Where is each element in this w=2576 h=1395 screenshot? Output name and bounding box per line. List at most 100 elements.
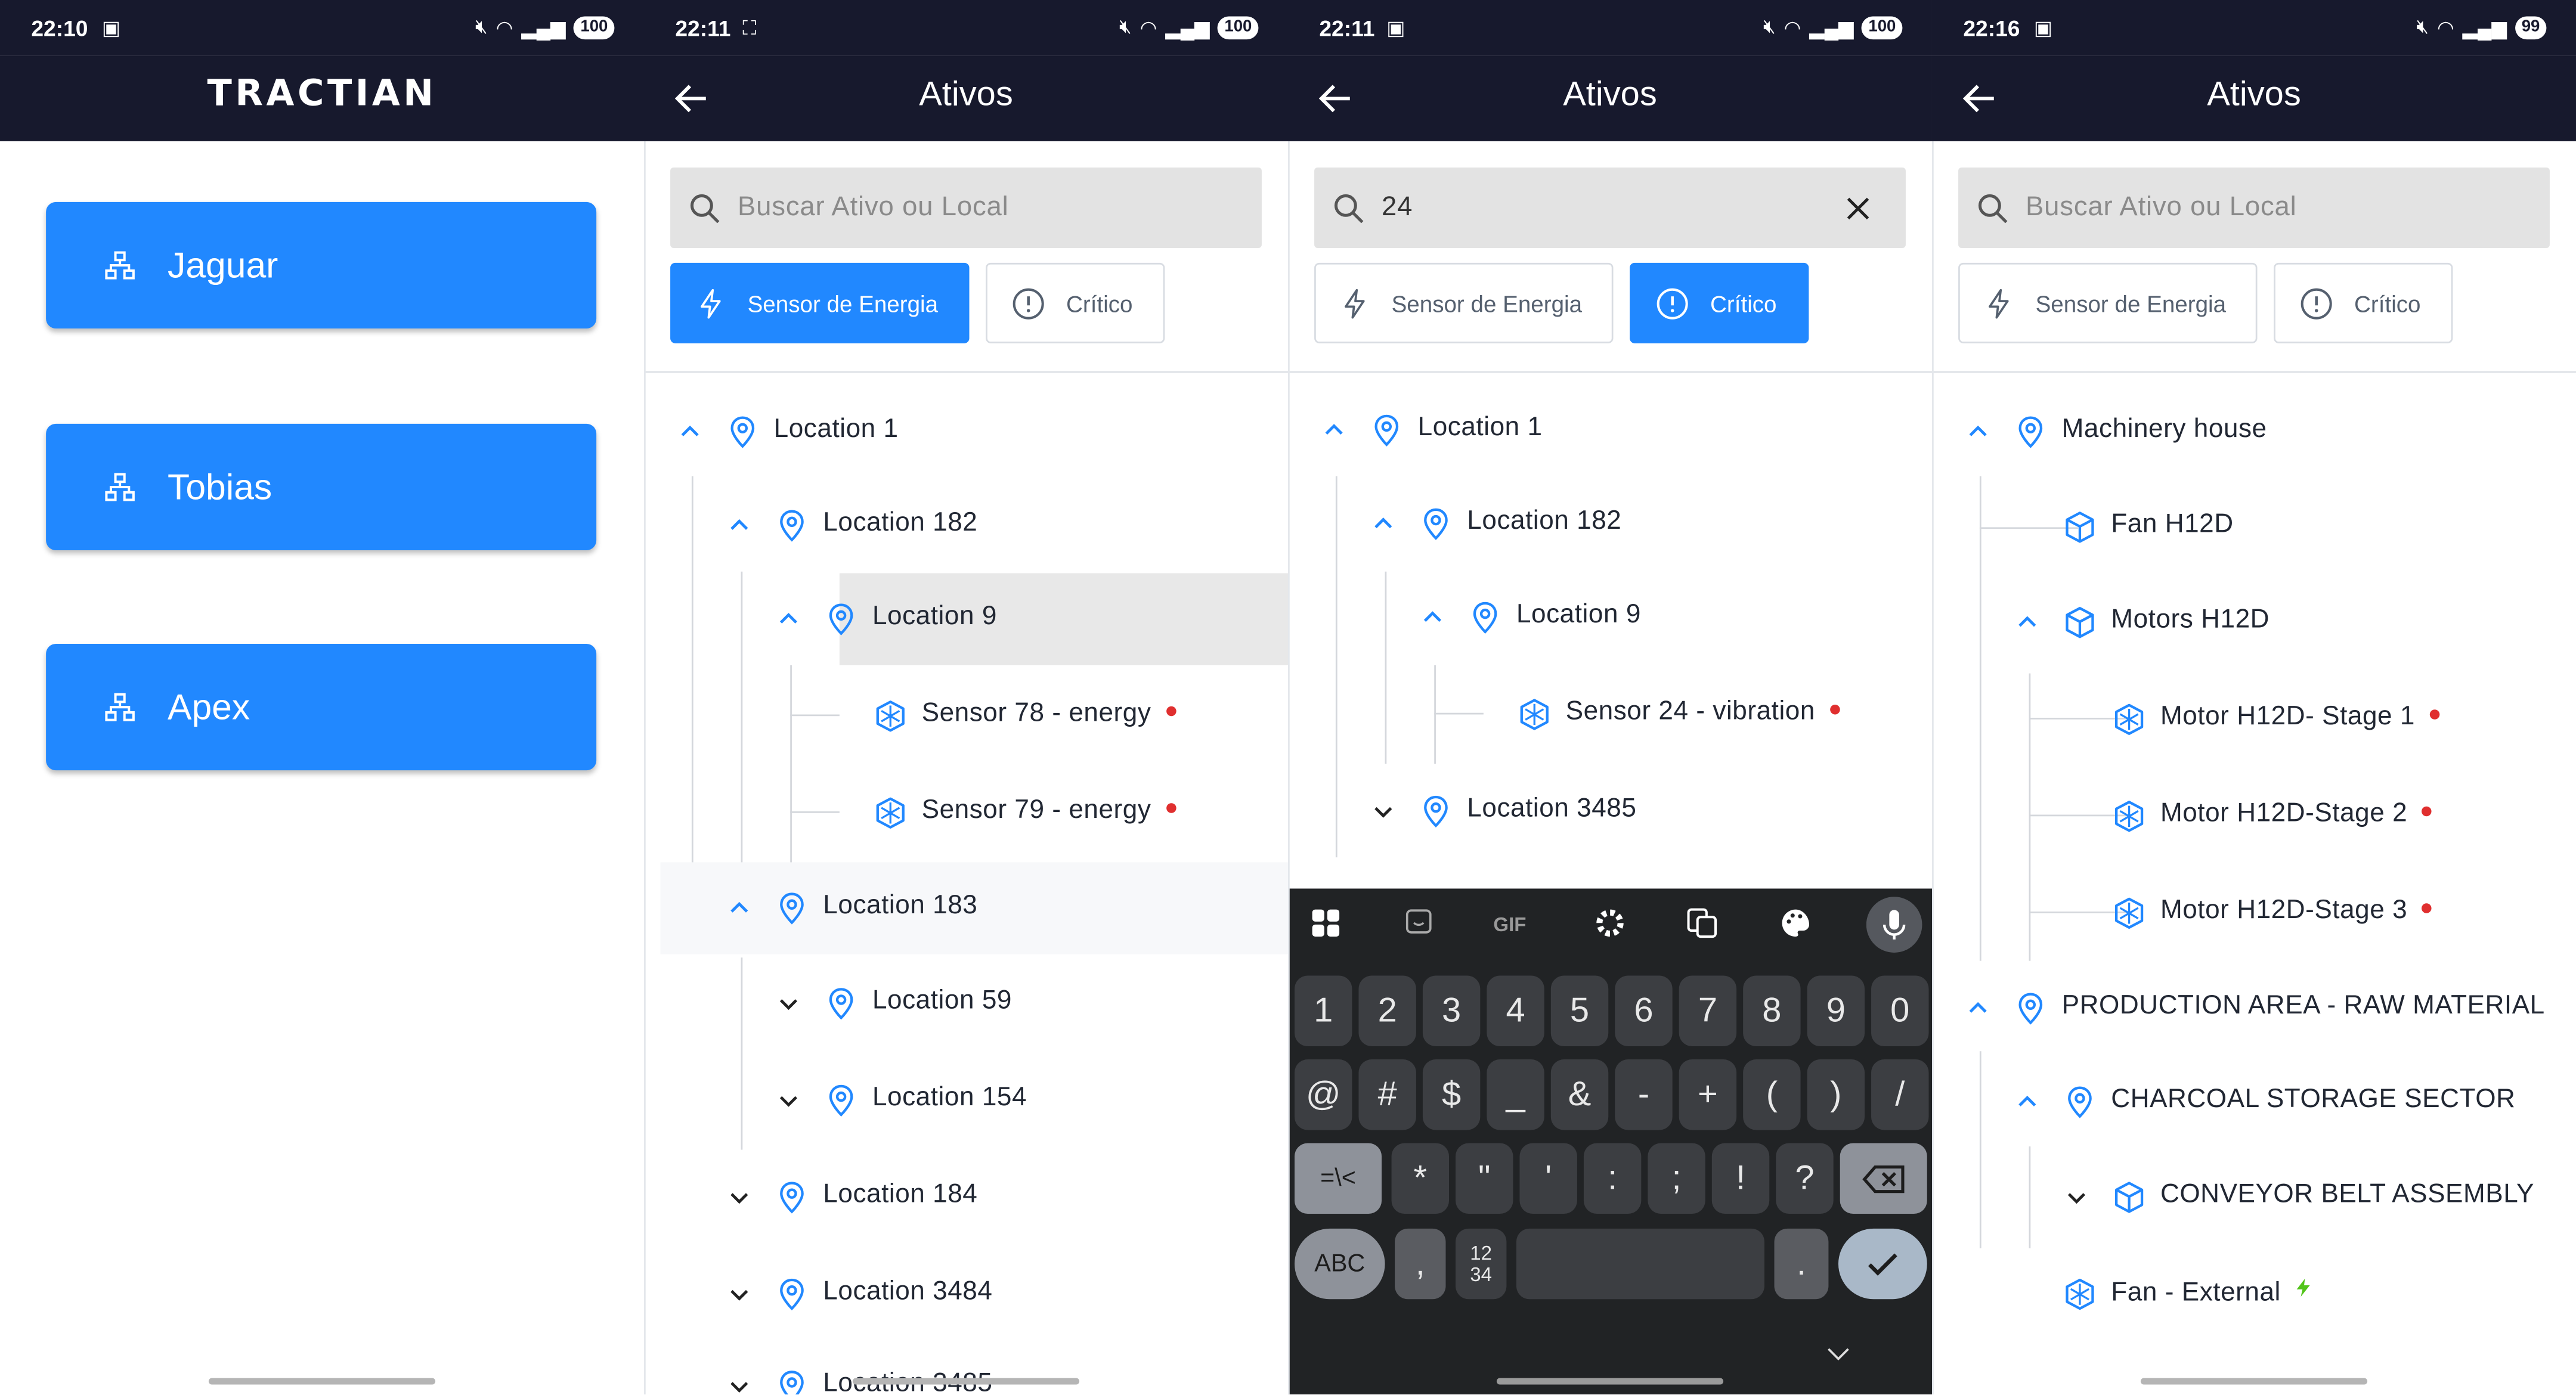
energy-sensor-filter[interactable]: Sensor de Energia	[1958, 262, 2258, 343]
key-3[interactable]: 3	[1422, 975, 1481, 1046]
chevron-up-icon[interactable]	[2014, 1089, 2041, 1124]
home-indicator[interactable]	[1496, 1378, 1724, 1385]
abc-key[interactable]: ABC	[1295, 1228, 1385, 1300]
chevron-up-icon[interactable]	[726, 895, 753, 930]
tree-node-machinery-house[interactable]: Machinery house	[1932, 386, 2576, 478]
key-symbol[interactable]: )	[1807, 1059, 1865, 1130]
numpad-key[interactable]: 12 34	[1456, 1228, 1507, 1300]
key-symbol[interactable]: +	[1679, 1059, 1737, 1130]
tree-node-location-3484[interactable]: Location 3484	[644, 1248, 1288, 1340]
key-symbol[interactable]: /	[1871, 1059, 1929, 1130]
tree-node-location-1[interactable]: Location 1	[644, 386, 1288, 478]
tree-node-location-59[interactable]: Location 59	[644, 957, 1288, 1049]
tree-node-motor-h12d-stage-3[interactable]: Motor H12D-Stage 3	[1932, 867, 2576, 959]
chevron-up-icon[interactable]	[677, 419, 703, 454]
key-symbol[interactable]: (	[1743, 1059, 1801, 1130]
palette-icon[interactable]	[1778, 905, 1814, 941]
chevron-down-icon[interactable]	[726, 1373, 753, 1394]
backspace-key[interactable]	[1840, 1143, 1927, 1214]
key-1[interactable]: 1	[1295, 975, 1352, 1046]
chevron-up-icon[interactable]	[1965, 996, 1991, 1030]
company-button-tobias[interactable]: Tobias	[46, 423, 597, 550]
tree-node-sensor-78-energy[interactable]: Sensor 78 - energy	[644, 670, 1288, 762]
chevron-down-icon[interactable]	[775, 990, 801, 1025]
comma-key[interactable]: ,	[1395, 1228, 1446, 1300]
key-7[interactable]: 7	[1679, 975, 1737, 1046]
critical-filter[interactable]: Crítico	[1630, 262, 1809, 343]
key-symbol[interactable]: @	[1295, 1059, 1352, 1130]
critical-filter[interactable]: Crítico	[2274, 262, 2453, 343]
key-symbol[interactable]: !	[1711, 1143, 1770, 1214]
translate-icon[interactable]	[1684, 905, 1720, 941]
energy-sensor-filter[interactable]: Sensor de Energia	[1314, 262, 1614, 343]
key-symbol[interactable]: '	[1519, 1143, 1577, 1214]
space-key[interactable]	[1516, 1228, 1764, 1300]
chevron-up-icon[interactable]	[2014, 609, 2041, 644]
tree-node-location-9[interactable]: Location 9	[779, 573, 1288, 665]
key-2[interactable]: 2	[1358, 975, 1416, 1046]
tree-node-fan-h12d[interactable]: Fan H12D	[1932, 481, 2576, 573]
tree-node-location-1[interactable]: Location 1	[1288, 385, 1932, 476]
gif-button[interactable]: GIF	[1493, 905, 1530, 941]
tree-node-location-184[interactable]: Location 184	[644, 1151, 1288, 1243]
tree-node-location-182[interactable]: Location 182	[1288, 478, 1932, 570]
chevron-down-icon[interactable]	[2063, 1184, 2089, 1219]
key-symbol[interactable]: $	[1422, 1059, 1481, 1130]
key-8[interactable]: 8	[1743, 975, 1801, 1046]
chevron-down-icon[interactable]	[726, 1184, 753, 1219]
tree-node-conveyor-belt-assembly[interactable]: CONVEYOR BELT ASSEMBLY	[1932, 1151, 2576, 1243]
key-symbol[interactable]: ;	[1648, 1143, 1705, 1214]
settings-icon[interactable]	[1592, 905, 1628, 941]
tree-node-motor-h12d-stage-2[interactable]: Motor H12D-Stage 2	[1932, 770, 2576, 862]
key-symbol[interactable]: &	[1550, 1059, 1609, 1130]
enter-key[interactable]	[1838, 1228, 1927, 1300]
hide-keyboard-icon[interactable]	[1825, 1340, 1852, 1366]
key-5[interactable]: 5	[1550, 975, 1609, 1046]
chevron-up-icon[interactable]	[1419, 604, 1445, 639]
tree-node-location-9[interactable]: Location 9	[1288, 572, 1932, 664]
search-input[interactable]: Buscar Ativo ou Local	[670, 168, 1262, 249]
tree-node-location-3485[interactable]: Location 3485	[644, 1340, 1288, 1395]
tree-node-location-154[interactable]: Location 154	[644, 1055, 1288, 1146]
key-0[interactable]: 0	[1871, 975, 1929, 1046]
chevron-up-icon[interactable]	[726, 513, 753, 547]
tree-node-location-3485[interactable]: Location 3485	[1288, 765, 1932, 857]
chevron-down-icon[interactable]	[726, 1281, 753, 1316]
key-symbol[interactable]: -	[1615, 1059, 1673, 1130]
chevron-down-icon[interactable]	[775, 1087, 801, 1122]
key-symbol[interactable]: #	[1358, 1059, 1416, 1130]
tree-node-charcoal-storage-sector[interactable]: CHARCOAL STORAGE SECTOR	[1932, 1056, 2576, 1148]
tree-node-sensor-79-energy[interactable]: Sensor 79 - energy	[644, 767, 1288, 859]
tree-node-sensor-24-vibration[interactable]: Sensor 24 - vibration	[1288, 668, 1932, 760]
clear-icon[interactable]	[1843, 194, 1873, 224]
search-input[interactable]: Buscar Ativo ou Local	[1958, 168, 2550, 249]
key-symbol[interactable]: ?	[1776, 1143, 1834, 1214]
sticker-icon[interactable]	[1403, 905, 1439, 941]
energy-sensor-filter[interactable]: Sensor de Energia	[670, 262, 970, 343]
search-input[interactable]: 24	[1314, 168, 1906, 249]
home-indicator[interactable]	[2140, 1378, 2368, 1385]
company-button-jaguar[interactable]: Jaguar	[46, 202, 597, 329]
tree-node-fan-external[interactable]: Fan - External	[1932, 1248, 2576, 1340]
tree-node-location-183[interactable]: Location 183	[660, 862, 1288, 954]
mic-icon[interactable]	[1866, 897, 1922, 953]
key-symbol[interactable]: :	[1583, 1143, 1642, 1214]
key-9[interactable]: 9	[1807, 975, 1865, 1046]
chevron-up-icon[interactable]	[775, 606, 801, 641]
chevron-up-icon[interactable]	[1965, 419, 1991, 454]
chevron-up-icon[interactable]	[1321, 417, 1347, 452]
symbols-page-key[interactable]: =\<	[1295, 1143, 1382, 1214]
chevron-up-icon[interactable]	[1370, 511, 1397, 545]
critical-filter[interactable]: Crítico	[986, 262, 1165, 343]
tree-node-motor-h12d-stage-1[interactable]: Motor H12D- Stage 1	[1932, 674, 2576, 765]
apps-icon[interactable]	[1308, 905, 1344, 941]
key-6[interactable]: 6	[1615, 975, 1673, 1046]
key-symbol[interactable]: "	[1456, 1143, 1513, 1214]
tree-node-motors-h12d[interactable]: Motors H12D	[1932, 576, 2576, 668]
tree-node-production-area-raw-material[interactable]: PRODUCTION AREA - RAW MATERIAL	[1932, 962, 2576, 1054]
home-indicator[interactable]	[208, 1378, 436, 1385]
key-4[interactable]: 4	[1487, 975, 1544, 1046]
company-button-apex[interactable]: Apex	[46, 643, 597, 771]
chevron-down-icon[interactable]	[1370, 798, 1397, 833]
key-symbol[interactable]: *	[1391, 1143, 1449, 1214]
